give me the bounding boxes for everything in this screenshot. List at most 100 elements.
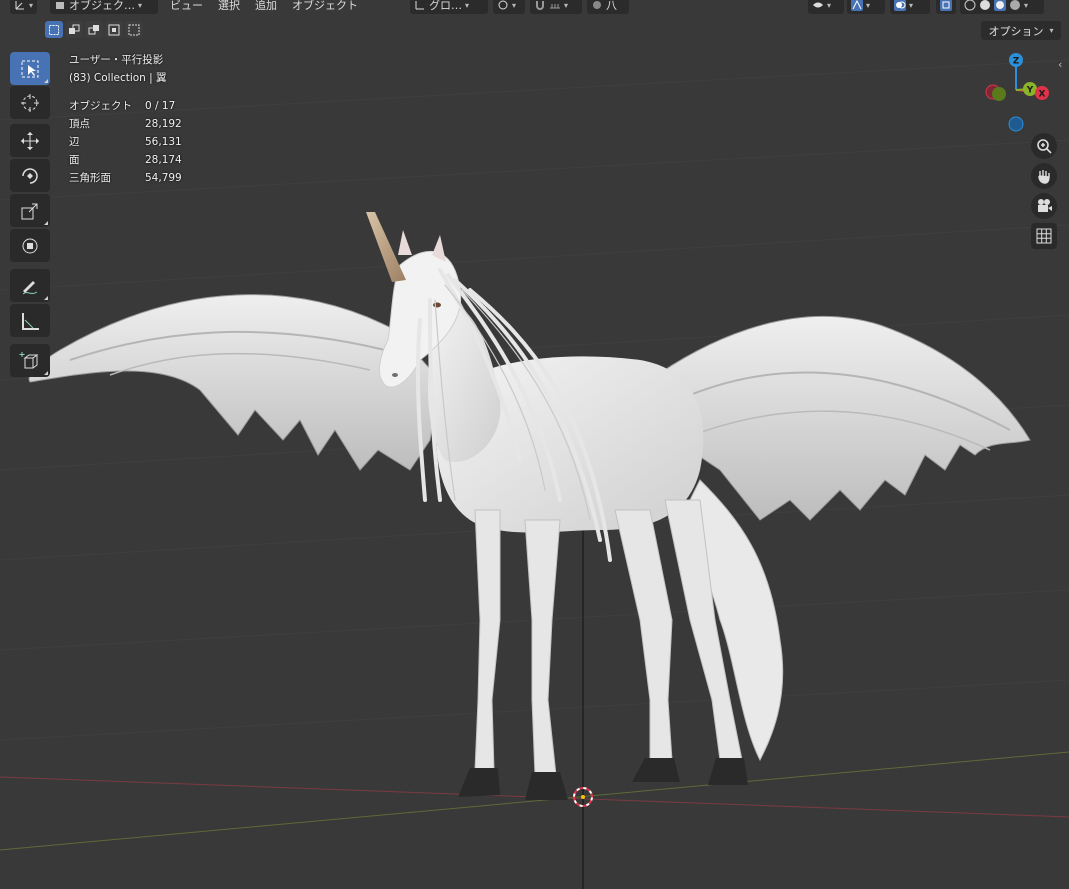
editor-type-button[interactable]: ▾ bbox=[10, 0, 38, 14]
zoom-button[interactable] bbox=[1031, 133, 1057, 159]
select-new-button[interactable] bbox=[45, 21, 63, 38]
move-icon bbox=[21, 131, 39, 150]
orientation-icon bbox=[414, 0, 426, 11]
select-subtract-icon bbox=[88, 24, 99, 34]
snap-toggle[interactable]: ▾ bbox=[530, 0, 582, 14]
select-intersect-button[interactable] bbox=[125, 21, 143, 38]
navigation-gizmo[interactable]: Y X Z bbox=[978, 50, 1058, 135]
3d-viewport[interactable]: ▾ オブジェク… ▾ ビュー 選択 追加 オブジェクト グロ… ▾ ▾ ▾ 八 bbox=[0, 0, 1069, 889]
camera-icon bbox=[1038, 199, 1052, 212]
tool-add-cube[interactable] bbox=[10, 344, 50, 377]
solid-icon[interactable] bbox=[979, 0, 991, 11]
chevron-down-icon: ▾ bbox=[29, 0, 34, 10]
pivot-icon bbox=[497, 0, 509, 11]
select-extend-icon bbox=[69, 24, 80, 34]
axis-y-label: Y bbox=[1026, 86, 1034, 96]
transform-icon bbox=[22, 238, 38, 253]
axis-neg-z-icon bbox=[1008, 116, 1024, 132]
stat-label: 辺 bbox=[69, 136, 80, 148]
wireframe-icon[interactable] bbox=[964, 0, 976, 11]
magnet-icon bbox=[534, 0, 546, 11]
options-dropdown[interactable]: オプション ▾ bbox=[981, 21, 1061, 40]
scene-statistics: オブジェクト 0 / 17 頂点 28,192 辺 56,131 面 28,17… bbox=[69, 97, 182, 187]
stat-row: 面 28,174 bbox=[69, 151, 182, 169]
stat-value: 28,174 bbox=[145, 154, 182, 166]
overlay-toggle[interactable]: ▾ bbox=[890, 0, 930, 14]
options-label: オプション bbox=[988, 24, 1044, 38]
stat-value: 0 / 17 bbox=[145, 100, 176, 112]
nostril bbox=[392, 373, 398, 377]
axis-z-label: Z bbox=[1013, 57, 1020, 67]
sidebar-collapse-arrow[interactable]: ‹ bbox=[1058, 58, 1062, 71]
proportional-edit-toggle[interactable]: 八 bbox=[587, 0, 629, 14]
scale-icon bbox=[21, 203, 38, 219]
menu-view[interactable]: ビュー bbox=[170, 0, 203, 13]
stat-label: 三角形面 bbox=[69, 172, 111, 184]
mode-selector[interactable]: オブジェク… ▾ bbox=[50, 0, 158, 14]
select-invert-button[interactable] bbox=[105, 21, 123, 38]
tool-cursor[interactable] bbox=[10, 86, 50, 119]
axis-x-label: X bbox=[1039, 90, 1046, 100]
tool-annotate[interactable] bbox=[10, 269, 50, 302]
stat-label: 面 bbox=[69, 154, 80, 166]
snap-label: 八 bbox=[606, 0, 617, 12]
transform-orientation-selector[interactable]: グロ… ▾ bbox=[410, 0, 488, 14]
tool-move[interactable] bbox=[10, 124, 50, 157]
gizmo-toggle[interactable]: ▾ bbox=[847, 0, 885, 14]
tool-measure[interactable] bbox=[10, 304, 50, 337]
chevron-down-icon: ▾ bbox=[909, 0, 914, 10]
chevron-down-icon: ▾ bbox=[827, 0, 832, 10]
view-name: ユーザー・平行投影 bbox=[69, 54, 164, 66]
xray-toggle[interactable] bbox=[936, 0, 956, 14]
camera-view-button[interactable] bbox=[1031, 193, 1057, 219]
stat-label: オブジェクト bbox=[69, 100, 132, 112]
viewport-info-overlay: ユーザー・平行投影 (83) Collection | 翼 オブジェクト 0 /… bbox=[69, 51, 182, 184]
tool-select-box[interactable] bbox=[10, 52, 50, 85]
collection-info: (83) Collection | 翼 bbox=[69, 72, 167, 84]
shading-mode-buttons[interactable]: ▾ bbox=[960, 0, 1044, 14]
snap-increment-icon bbox=[549, 0, 561, 11]
eye-icon bbox=[812, 0, 824, 11]
grid-icon bbox=[1036, 228, 1052, 244]
overlay-icon bbox=[894, 0, 906, 11]
toggle-perspective-button[interactable] bbox=[1031, 223, 1057, 249]
orientation-label: グロ… bbox=[429, 0, 462, 12]
material-preview-icon[interactable] bbox=[994, 0, 1006, 11]
stat-row: 辺 56,131 bbox=[69, 133, 182, 151]
chevron-down-icon: ▾ bbox=[465, 0, 470, 10]
zoom-icon bbox=[1037, 139, 1052, 154]
menu-add[interactable]: 追加 bbox=[255, 0, 277, 13]
tool-scale[interactable] bbox=[10, 194, 50, 227]
measure-icon bbox=[22, 312, 39, 330]
selection-mode-buttons bbox=[45, 21, 143, 38]
select-intersect-icon bbox=[128, 24, 140, 35]
rotate-icon bbox=[22, 167, 38, 184]
stat-label: 頂点 bbox=[69, 118, 90, 130]
pivot-point-selector[interactable]: ▾ bbox=[493, 0, 525, 14]
visibility-selector[interactable]: ▾ bbox=[808, 0, 844, 14]
axis-icon bbox=[14, 0, 26, 11]
stat-row: 頂点 28,192 bbox=[69, 115, 182, 133]
select-invert-icon bbox=[108, 24, 120, 35]
select-extend-button[interactable] bbox=[65, 21, 83, 38]
select-box-icon bbox=[21, 60, 39, 77]
stat-value: 54,799 bbox=[145, 172, 182, 184]
rendered-icon[interactable] bbox=[1009, 0, 1021, 11]
tool-rotate[interactable] bbox=[10, 159, 50, 192]
chevron-down-icon: ▾ bbox=[866, 0, 871, 10]
stat-value: 56,131 bbox=[145, 136, 182, 148]
annotate-icon bbox=[22, 280, 38, 294]
chevron-down-icon: ▾ bbox=[1049, 26, 1054, 35]
menu-select[interactable]: 選択 bbox=[218, 0, 240, 13]
tool-transform[interactable] bbox=[10, 229, 50, 262]
select-subtract-button[interactable] bbox=[85, 21, 103, 38]
add-cube-icon bbox=[19, 351, 39, 368]
left-wing bbox=[28, 294, 441, 471]
eye bbox=[433, 302, 441, 308]
pan-button[interactable] bbox=[1031, 163, 1057, 189]
viewport-header: ▾ オブジェク… ▾ ビュー 選択 追加 オブジェクト グロ… ▾ ▾ ▾ 八 bbox=[0, 0, 1069, 14]
chevron-down-icon: ▾ bbox=[138, 0, 143, 10]
stat-row: オブジェクト 0 / 17 bbox=[69, 97, 182, 115]
cursor-icon bbox=[21, 93, 39, 112]
menu-object[interactable]: オブジェクト bbox=[292, 0, 358, 13]
